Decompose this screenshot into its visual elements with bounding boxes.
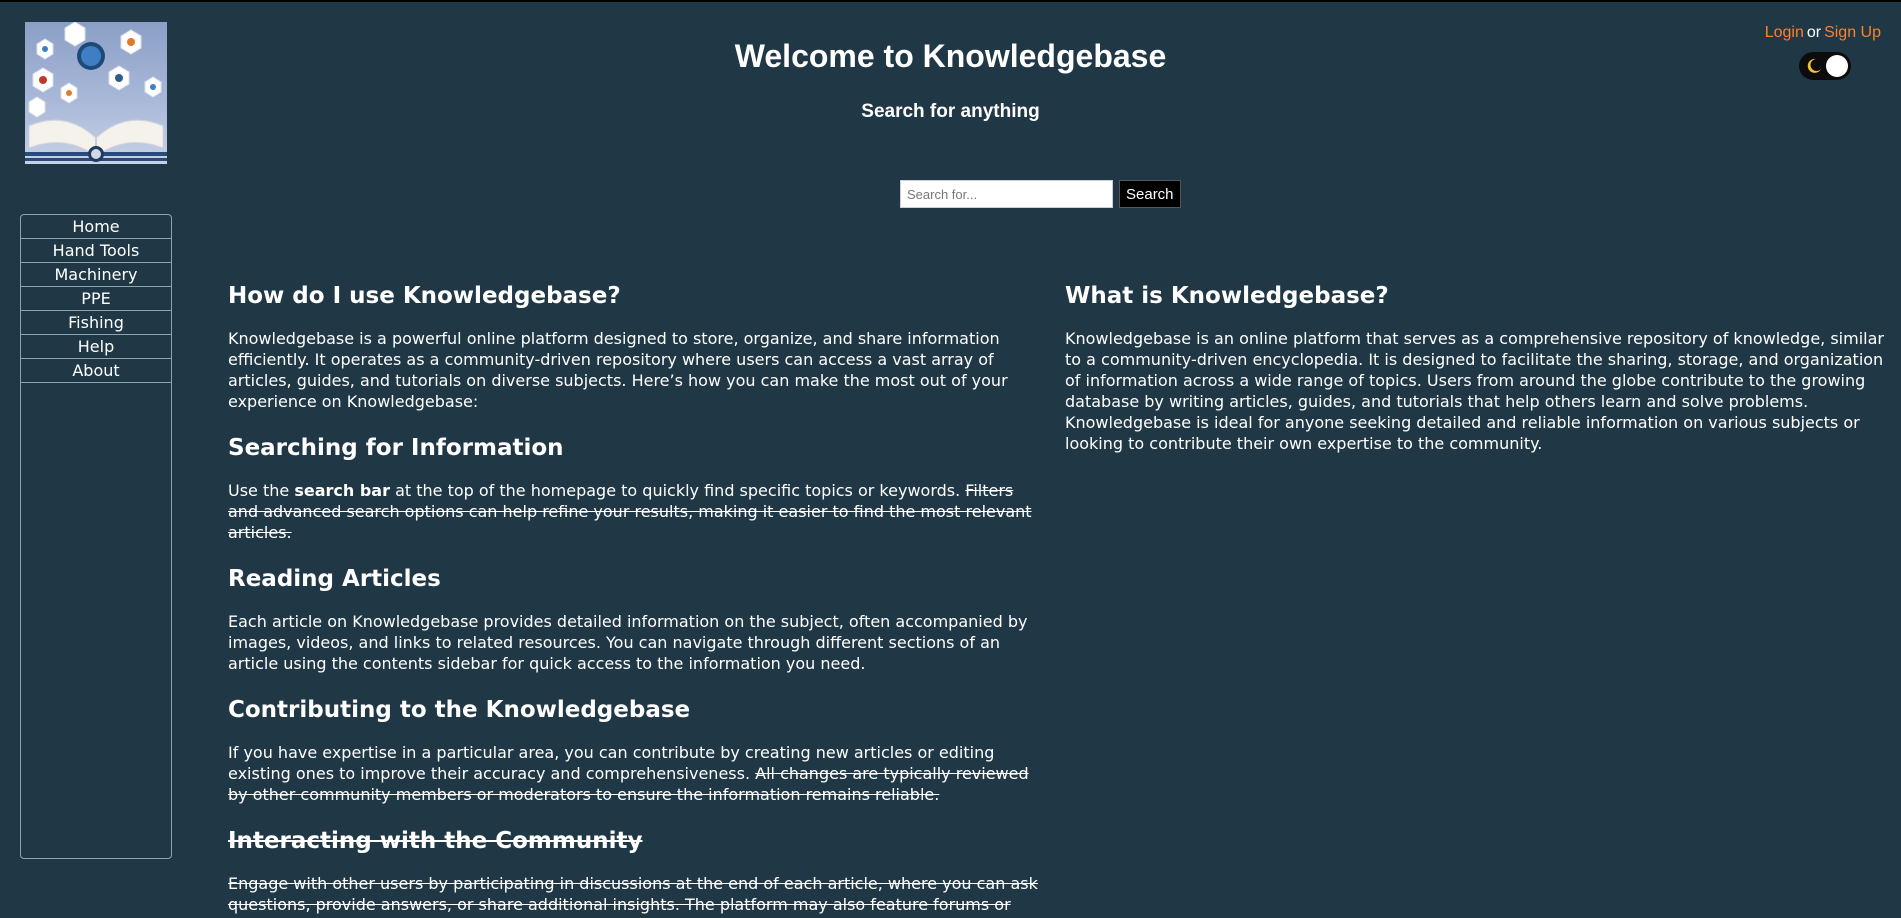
contributing-text: If you have expertise in a particular ar… xyxy=(228,742,1048,805)
reading-text: Each article on Knowledgebase provides d… xyxy=(228,612,1028,673)
page-subtitle: Search for anything xyxy=(861,101,1040,122)
search-input[interactable] xyxy=(900,180,1113,208)
moon-icon xyxy=(1807,58,1821,73)
page-header: Welcome to Knowledgebase Search for anyt… xyxy=(190,38,1711,123)
nav-item-help[interactable]: Help xyxy=(21,335,171,359)
site-logo[interactable] xyxy=(25,22,167,164)
page-title: Welcome to Knowledgebase xyxy=(734,38,1167,74)
theme-toggle[interactable] xyxy=(1799,52,1851,80)
community-text: Engage with other users by participating… xyxy=(228,874,1038,918)
nav-item-ppe[interactable]: PPE xyxy=(21,287,171,311)
searching-heading: Searching for Information xyxy=(228,435,564,461)
nav-item-home[interactable]: Home xyxy=(21,215,171,239)
nav-item-machinery[interactable]: Machinery xyxy=(21,263,171,287)
what-is-heading: What is Knowledgebase? xyxy=(1065,283,1389,309)
searching-text-b: at the top of the homepage to quickly fi… xyxy=(389,481,966,500)
searching-text-a: Use the xyxy=(228,481,295,500)
searching-text-bold: search bar xyxy=(294,481,390,500)
open-book-logo xyxy=(25,22,167,162)
login-link[interactable]: Login xyxy=(1765,24,1804,41)
nav-item-fishing[interactable]: Fishing xyxy=(21,311,171,335)
auth-separator: or xyxy=(1806,24,1822,41)
toggle-knob xyxy=(1826,55,1848,77)
how-to-use-heading: How do I use Knowledgebase? xyxy=(228,283,621,309)
auth-links: Login or Sign Up xyxy=(1765,24,1881,42)
how-to-use-intro: Knowledgebase is a powerful online platf… xyxy=(228,329,1008,411)
what-is-text: Knowledgebase is an online platform that… xyxy=(1065,329,1884,453)
what-is-section: What is Knowledgebase? Knowledgebase is … xyxy=(1065,282,1890,476)
sidebar-nav: Home Hand Tools Machinery PPE Fishing He… xyxy=(20,214,172,859)
nav-item-about[interactable]: About xyxy=(21,359,171,383)
nav-item-hand-tools[interactable]: Hand Tools xyxy=(21,239,171,263)
search-form: Search xyxy=(900,180,1181,208)
reading-heading: Reading Articles xyxy=(228,566,441,592)
searching-text: Use the search bar at the top of the hom… xyxy=(228,480,1048,543)
contributing-heading: Contributing to the Knowledgebase xyxy=(228,697,691,723)
how-to-use-section: How do I use Knowledgebase? Knowledgebas… xyxy=(228,282,1048,918)
search-button[interactable]: Search xyxy=(1119,180,1181,208)
signup-link[interactable]: Sign Up xyxy=(1824,24,1881,41)
community-heading: Interacting with the Community xyxy=(228,828,643,854)
